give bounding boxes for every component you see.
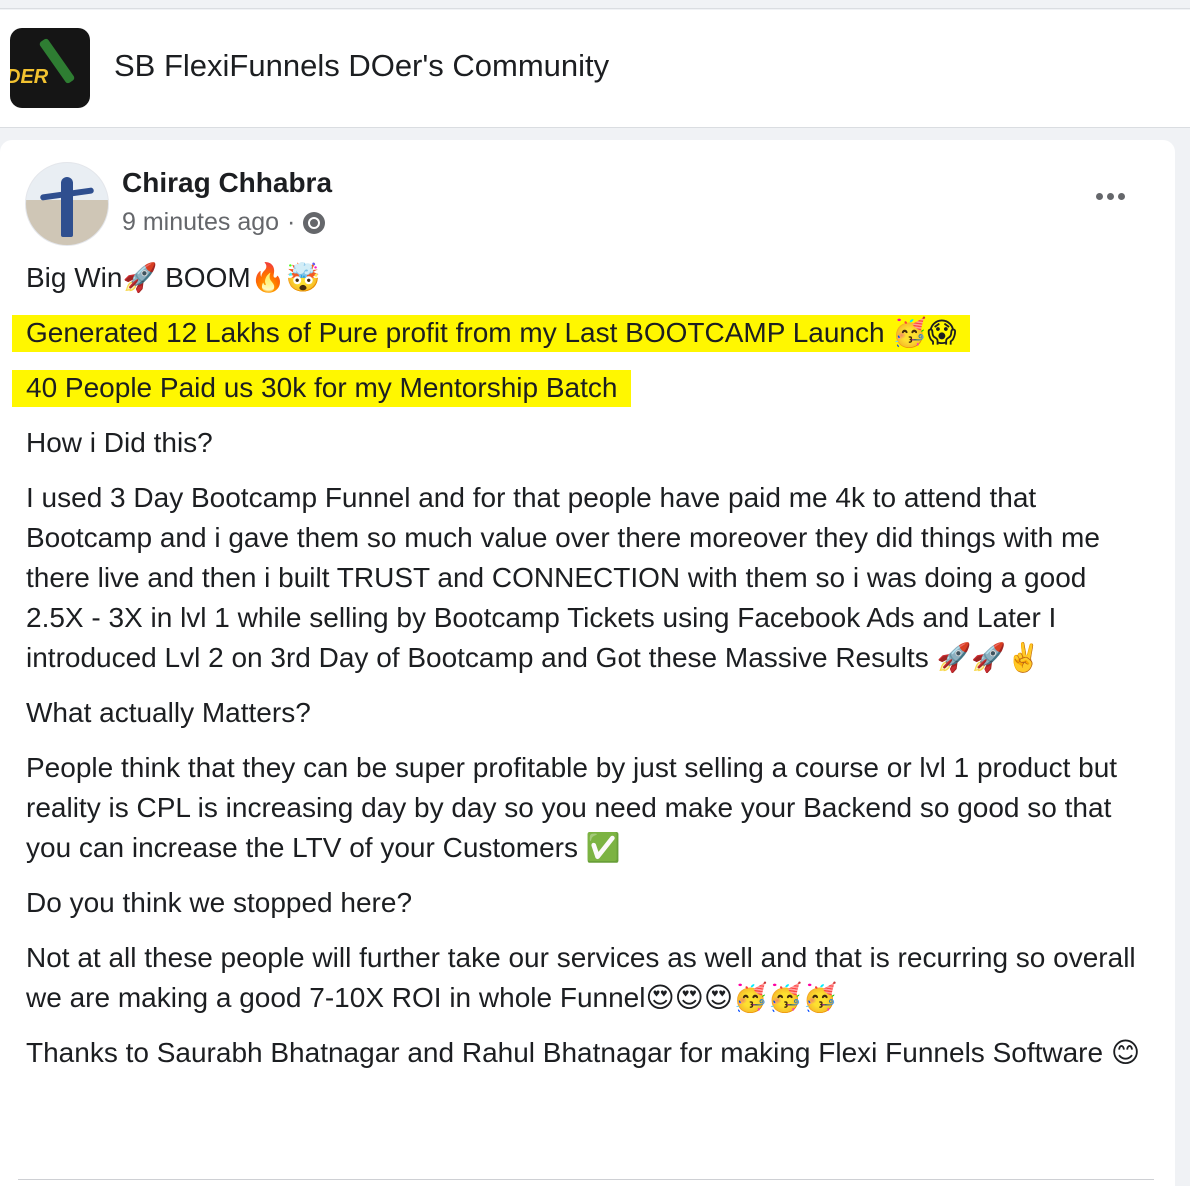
paragraph-text: Thanks to Saurabh Bhatnagar and Rahul Bh…: [26, 1037, 1141, 1068]
group-name-link[interactable]: SB FlexiFunnels DOer's Community: [114, 48, 609, 84]
paragraph-text: Big Win🚀 BOOM🔥🤯: [26, 262, 321, 293]
post-paragraph: Big Win🚀 BOOM🔥🤯: [26, 258, 1151, 298]
more-options-icon: [1095, 192, 1103, 200]
post-paragraph: I used 3 Day Bootcamp Funnel and for tha…: [26, 478, 1151, 678]
highlighted-text: Generated 12 Lakhs of Pure profit from m…: [12, 315, 971, 352]
post-paragraph-highlighted: Generated 12 Lakhs of Pure profit from m…: [12, 313, 1151, 353]
top-divider: [0, 8, 1190, 9]
group-logo[interactable]: DER: [10, 28, 90, 108]
post-card: Chirag Chhabra 9 minutes ago · Big Win🚀 …: [0, 140, 1175, 1186]
author-avatar[interactable]: [25, 162, 109, 246]
paragraph-text: I used 3 Day Bootcamp Funnel and for tha…: [26, 482, 1100, 673]
post-timestamp[interactable]: 9 minutes ago: [122, 208, 279, 237]
avatar-person: [61, 177, 73, 237]
post-paragraph: Thanks to Saurabh Bhatnagar and Rahul Bh…: [26, 1033, 1151, 1073]
paragraph-text: Do you think we stopped here?: [26, 887, 413, 918]
group-header: DER SB FlexiFunnels DOer's Community: [0, 10, 1190, 128]
post-paragraph: How i Did this?: [26, 423, 1151, 463]
paragraph-text: What actually Matters?: [26, 697, 311, 728]
author-name-link[interactable]: Chirag Chhabra: [122, 167, 332, 199]
post-paragraph: What actually Matters?: [26, 693, 1151, 733]
more-options-icon: [1117, 192, 1125, 200]
more-options-button[interactable]: [1086, 184, 1134, 208]
post-meta: 9 minutes ago ·: [122, 208, 326, 237]
highlighted-text: 40 People Paid us 30k for my Mentorship …: [12, 370, 632, 407]
post-paragraph: Not at all these people will further tak…: [26, 938, 1151, 1018]
paragraph-text: People think that they can be super prof…: [26, 752, 1118, 863]
post-body: Big Win🚀 BOOM🔥🤯 Generated 12 Lakhs of Pu…: [12, 258, 1151, 1088]
post-paragraph: Do you think we stopped here?: [26, 883, 1151, 923]
meta-separator: ·: [287, 208, 296, 236]
paragraph-text: How i Did this?: [26, 427, 213, 458]
logo-text: DER: [10, 66, 49, 88]
more-options-icon: [1106, 192, 1114, 200]
post-paragraph-highlighted: 40 People Paid us 30k for my Mentorship …: [12, 368, 1151, 408]
paragraph-text: Not at all these people will further tak…: [26, 942, 1136, 1013]
post-paragraph: People think that they can be super prof…: [26, 748, 1151, 868]
post-bottom-divider: [18, 1179, 1154, 1180]
globe-icon[interactable]: [303, 211, 326, 234]
